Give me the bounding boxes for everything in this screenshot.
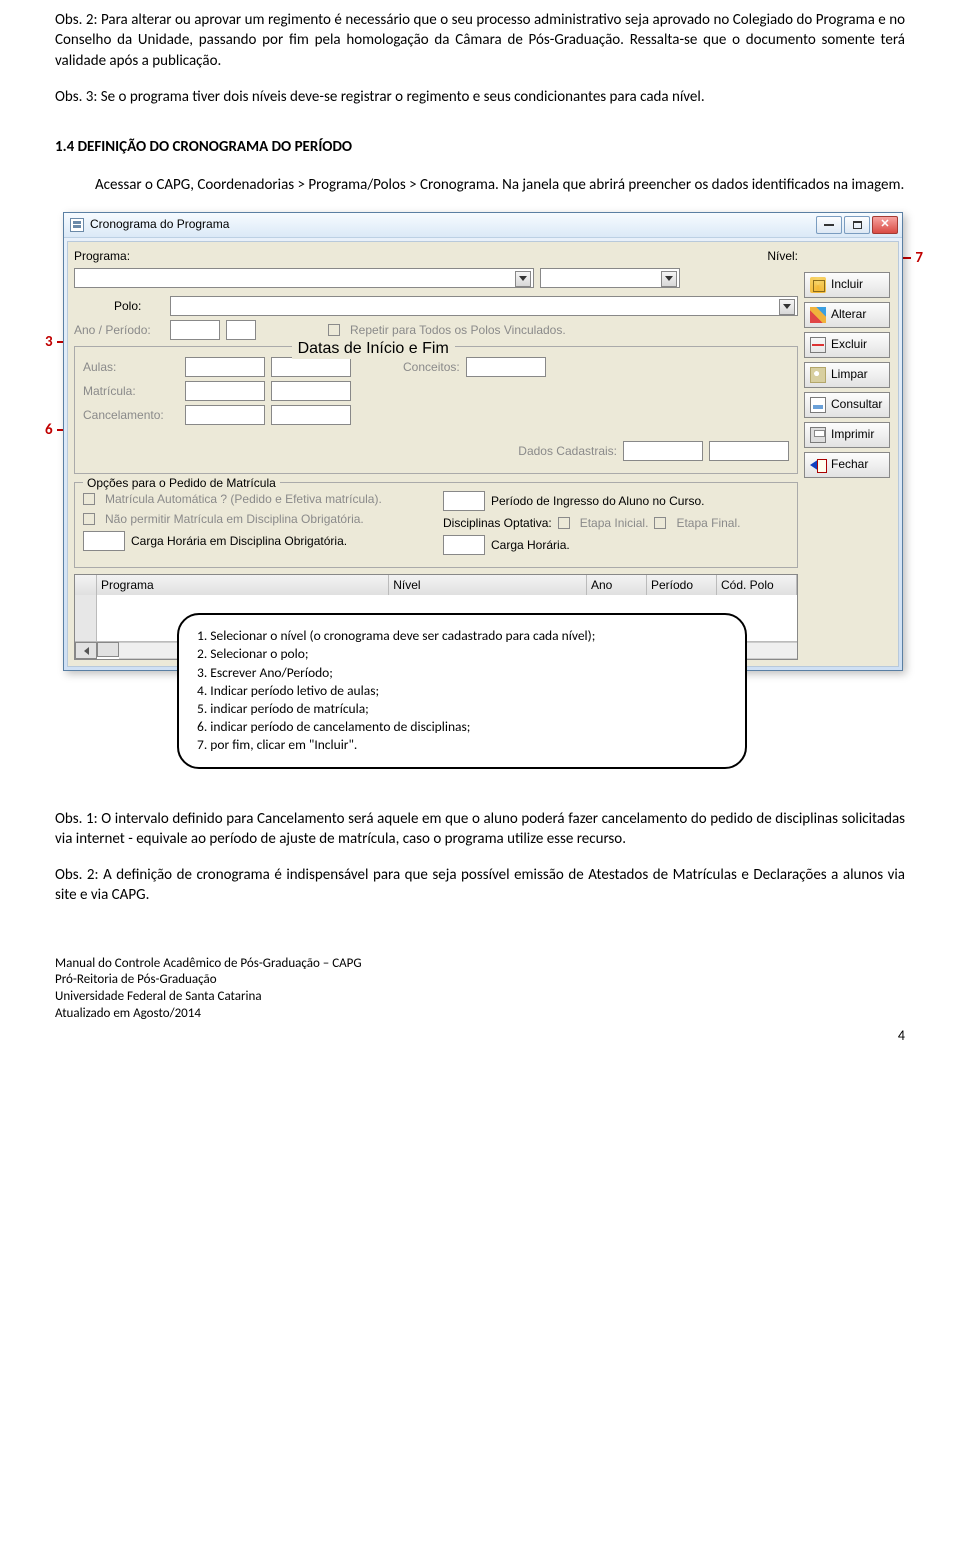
close-button[interactable]: ✕ bbox=[872, 216, 898, 234]
alterar-icon bbox=[810, 307, 826, 323]
cancel-ini-input[interactable] bbox=[185, 405, 265, 425]
alterar-button[interactable]: Alterar bbox=[804, 302, 890, 328]
section-body: Acessar o CAPG, Coordenadorias > Program… bbox=[95, 175, 905, 195]
datas-groupbox: Datas de Início e Fim Aulas: Conceitos: … bbox=[74, 346, 798, 474]
col-codpolo: Cód. Polo bbox=[717, 575, 797, 595]
instruction-1: 1. Selecionar o nível (o cronograma deve… bbox=[197, 627, 727, 645]
ano-input[interactable] bbox=[170, 320, 220, 340]
polo-combo[interactable] bbox=[170, 296, 798, 316]
etapa-inicial-label: Etapa Inicial. bbox=[580, 515, 649, 531]
callout-6: 6 bbox=[45, 420, 53, 440]
fechar-button[interactable]: Fechar bbox=[804, 452, 890, 478]
auto-checkbox[interactable] bbox=[83, 493, 95, 505]
footer-l1: Manual do Controle Acadêmico de Pós-Grad… bbox=[55, 956, 905, 973]
limpar-button[interactable]: Limpar bbox=[804, 362, 890, 388]
etapa-inicial-checkbox[interactable] bbox=[558, 517, 570, 529]
ingresso-input[interactable] bbox=[443, 491, 485, 511]
repetir-checkbox[interactable] bbox=[328, 324, 340, 336]
conceitos-label: Conceitos: bbox=[403, 359, 460, 375]
col-nivel: Nível bbox=[389, 575, 587, 595]
instruction-3: 3. Escrever Ano/Período; bbox=[197, 664, 727, 682]
col-ano: Ano bbox=[587, 575, 647, 595]
callout-3: 3 bbox=[45, 332, 53, 352]
consultar-button[interactable]: Consultar bbox=[804, 392, 890, 418]
opcoes-groupbox: Opções para o Pedido de Matrícula Matríc… bbox=[74, 482, 798, 568]
obs2-paragraph: Obs. 2: Para alterar ou aprovar um regim… bbox=[55, 10, 905, 71]
carga-label: Carga Horária. bbox=[491, 537, 570, 553]
scroll-left-icon[interactable] bbox=[75, 642, 97, 659]
instruction-box: 1. Selecionar o nível (o cronograma deve… bbox=[177, 613, 747, 769]
conceitos-input[interactable] bbox=[466, 357, 546, 377]
incluir-button[interactable]: Incluir bbox=[804, 272, 890, 298]
instruction-6: 6. indicar período de cancelamento de di… bbox=[197, 718, 727, 736]
nivel-label: Nível: bbox=[767, 248, 798, 264]
programa-combo[interactable] bbox=[74, 268, 534, 288]
dialog-window: Cronograma do Programa ✕ Incluir Alterar… bbox=[63, 212, 903, 672]
aulas-label: Aulas: bbox=[83, 359, 179, 375]
excluir-icon bbox=[810, 337, 826, 353]
naopermitir-checkbox[interactable] bbox=[83, 513, 95, 525]
minimize-button[interactable] bbox=[816, 216, 842, 234]
anoperiodo-label: Ano / Período: bbox=[74, 322, 164, 338]
cancel-fim-input[interactable] bbox=[271, 405, 351, 425]
ingresso-label: Período de Ingresso do Aluno no Curso. bbox=[491, 493, 704, 509]
titlebar: Cronograma do Programa ✕ bbox=[64, 213, 902, 238]
cadastrais-label: Dados Cadastrais: bbox=[518, 443, 617, 459]
footer: Manual do Controle Acadêmico de Pós-Grad… bbox=[55, 956, 905, 1046]
cadastrais-ini-input[interactable] bbox=[623, 441, 703, 461]
optativas-label: Disciplinas Optativa: bbox=[443, 515, 552, 531]
etapa-final-checkbox[interactable] bbox=[654, 517, 666, 529]
aulas-ini-input[interactable] bbox=[185, 357, 265, 377]
obs3-paragraph: Obs. 3: Se o programa tiver dois níveis … bbox=[55, 87, 905, 107]
programa-label: Programa: bbox=[74, 248, 138, 264]
consultar-icon bbox=[810, 397, 826, 413]
periodo-input[interactable] bbox=[226, 320, 256, 340]
section-title: 1.4 DEFINIÇÃO DO CRONOGRAMA DO PERÍODO bbox=[55, 137, 905, 157]
col-programa: Programa bbox=[97, 575, 389, 595]
col-periodo: Período bbox=[647, 575, 717, 595]
limpar-icon bbox=[810, 367, 826, 383]
etapa-final-label: Etapa Final. bbox=[676, 515, 740, 531]
imprimir-icon bbox=[810, 427, 826, 443]
nivel-combo[interactable] bbox=[540, 268, 680, 288]
aulas-fim-input[interactable] bbox=[271, 357, 351, 377]
callout-7: 7 bbox=[915, 248, 923, 268]
repetir-label: Repetir para Todos os Polos Vinculados. bbox=[350, 322, 566, 338]
form-icon bbox=[70, 218, 84, 232]
obs1-final: Obs. 1: O intervalo definido para Cancel… bbox=[55, 809, 905, 850]
fechar-icon bbox=[810, 457, 826, 473]
matricula-ini-input[interactable] bbox=[185, 381, 265, 401]
maximize-button[interactable] bbox=[844, 216, 870, 234]
incluir-icon bbox=[810, 277, 826, 293]
instruction-4: 4. Indicar período letivo de aulas; bbox=[197, 682, 727, 700]
obs2-final: Obs. 2: A definição de cronograma é indi… bbox=[55, 865, 905, 906]
matricula-fim-input[interactable] bbox=[271, 381, 351, 401]
screenshot-figure: 1 7 2 3 4 5 6 Cronograma do Programa ✕ I… bbox=[55, 212, 905, 769]
instruction-5: 5. indicar período de matrícula; bbox=[197, 700, 727, 718]
carga-obrig-input[interactable] bbox=[83, 531, 125, 551]
footer-l4: Atualizado em Agosto/2014 bbox=[55, 1006, 905, 1023]
excluir-button[interactable]: Excluir bbox=[804, 332, 890, 358]
datas-legend: Datas de Início e Fim bbox=[292, 338, 455, 360]
opcoes-legend: Opções para o Pedido de Matrícula bbox=[83, 475, 280, 491]
instruction-7: 7. por fim, clicar em "Incluir". bbox=[197, 736, 727, 754]
carga-input[interactable] bbox=[443, 535, 485, 555]
polo-label: Polo: bbox=[114, 298, 164, 314]
auto-label: Matrícula Automática ? (Pedido e Efetiva… bbox=[105, 491, 382, 507]
cadastrais-fim-input[interactable] bbox=[709, 441, 789, 461]
imprimir-button[interactable]: Imprimir bbox=[804, 422, 890, 448]
cancelamento-label: Cancelamento: bbox=[83, 407, 179, 423]
page-number: 4 bbox=[55, 1027, 905, 1045]
instruction-2: 2. Selecionar o polo; bbox=[197, 645, 727, 663]
footer-l2: Pró-Reitoria de Pós-Graduação bbox=[55, 972, 905, 989]
window-title: Cronograma do Programa bbox=[90, 216, 229, 232]
matricula-label: Matrícula: bbox=[83, 383, 179, 399]
carga-obrig-label: Carga Horária em Disciplina Obrigatória. bbox=[131, 533, 347, 549]
naopermitir-label: Não permitir Matrícula em Disciplina Obr… bbox=[105, 511, 364, 527]
footer-l3: Universidade Federal de Santa Catarina bbox=[55, 989, 905, 1006]
